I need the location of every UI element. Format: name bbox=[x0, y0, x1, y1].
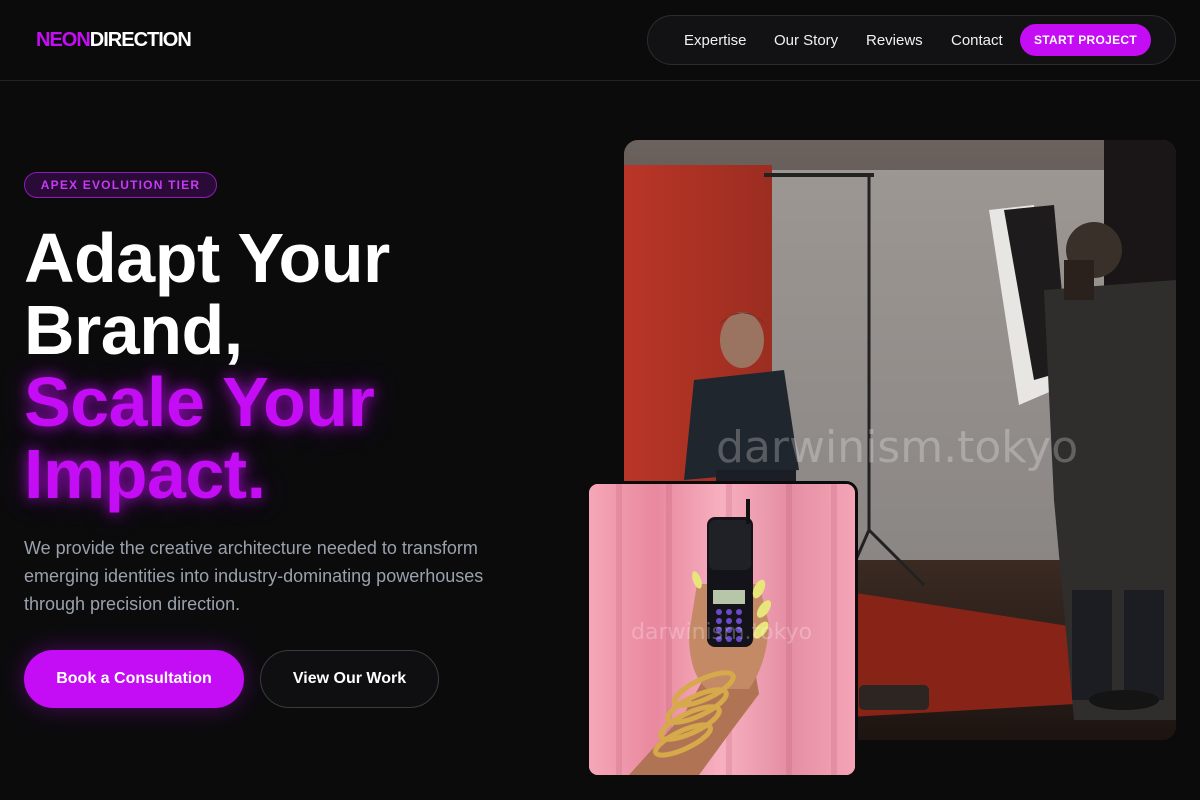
headline-line-1: Adapt Your bbox=[24, 219, 390, 297]
hero-headline: Adapt Your Brand, Scale Your Impact. bbox=[24, 222, 584, 510]
main-nav: Expertise Our Story Reviews Contact STAR… bbox=[647, 15, 1176, 65]
nav-link-our-story[interactable]: Our Story bbox=[774, 32, 838, 50]
headline-line-3: Scale Your bbox=[24, 363, 375, 441]
brand-logo-neon: NEON bbox=[36, 29, 91, 51]
headline-line-4: Impact. bbox=[24, 435, 266, 513]
headline-line-2: Brand, bbox=[24, 291, 243, 369]
nav-link-reviews[interactable]: Reviews bbox=[866, 32, 923, 50]
view-work-button[interactable]: View Our Work bbox=[260, 650, 439, 708]
hero-description: We provide the creative architecture nee… bbox=[24, 538, 484, 614]
book-consultation-button[interactable]: Book a Consultation bbox=[24, 650, 244, 708]
phone-hand-photo: darwinism.tokyo bbox=[586, 481, 858, 778]
tier-badge: APEX EVOLUTION TIER bbox=[24, 172, 217, 198]
nav-link-expertise[interactable]: Expertise bbox=[684, 32, 747, 50]
site-header: NEONDIRECTION Expertise Our Story Review… bbox=[0, 0, 1200, 81]
brand-logo[interactable]: NEONDIRECTION bbox=[36, 28, 192, 52]
brand-logo-direction: DIRECTION bbox=[89, 29, 192, 51]
phone-hand-illustration bbox=[589, 484, 855, 775]
nav-link-contact[interactable]: Contact bbox=[951, 32, 1003, 50]
start-project-button[interactable]: START PROJECT bbox=[1020, 24, 1151, 56]
